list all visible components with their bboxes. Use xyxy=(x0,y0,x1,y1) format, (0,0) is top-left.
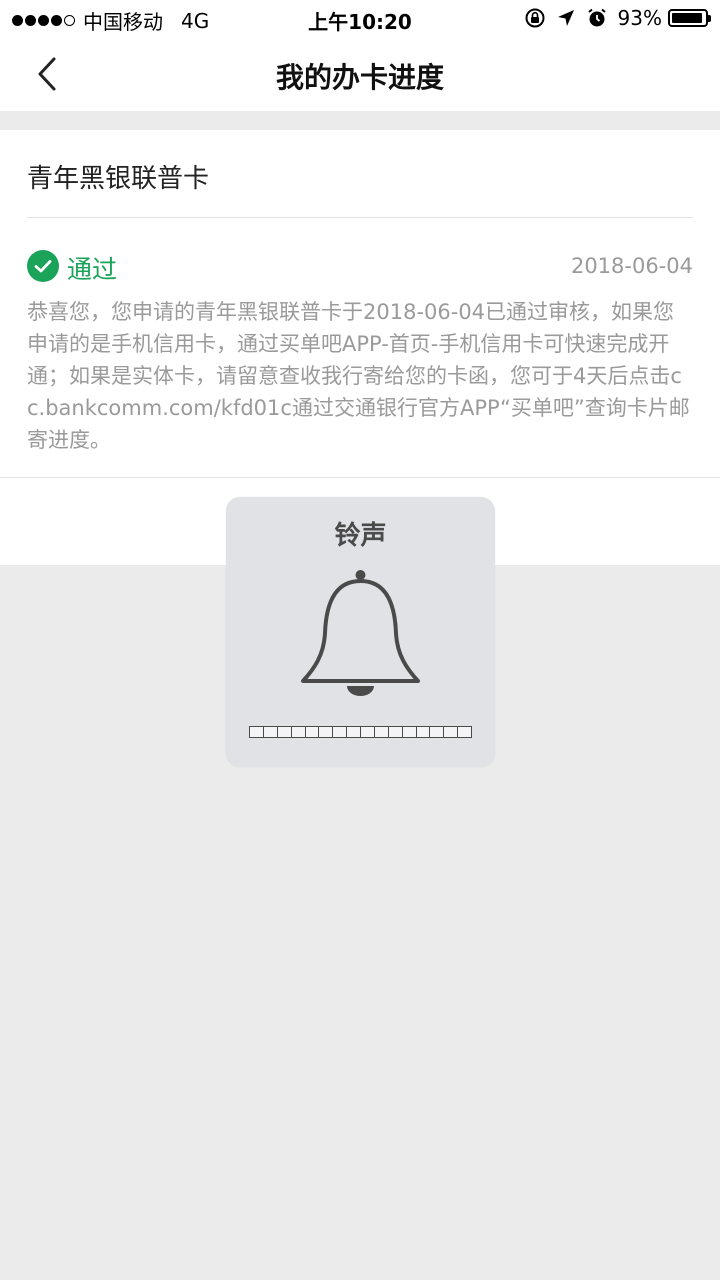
volume-segment xyxy=(333,727,348,737)
location-arrow-icon xyxy=(557,10,574,26)
status-row: 通过 2018-06-04 xyxy=(27,248,693,284)
volume-segment xyxy=(403,727,417,737)
bell-icon xyxy=(301,570,420,696)
volume-segment xyxy=(264,727,278,737)
status-bar: 中国移动 4G 上午10:20 93% xyxy=(0,0,720,36)
ringer-volume-hud: 铃声 xyxy=(226,497,495,767)
rotation-lock-icon xyxy=(525,8,545,28)
status-date: 2018-06-04 xyxy=(570,254,693,278)
volume-segment xyxy=(417,727,431,737)
card-product-name: 青年黑银联普卡 xyxy=(27,164,210,194)
volume-segment xyxy=(319,727,334,737)
volume-segment xyxy=(430,727,445,737)
hud-title: 铃声 xyxy=(334,521,387,551)
status-label: 通过 xyxy=(67,255,118,284)
volume-segment xyxy=(250,727,264,737)
status-right: 93% xyxy=(524,6,711,30)
volume-segment xyxy=(389,727,403,737)
divider xyxy=(27,217,693,218)
alarm-clock-icon xyxy=(587,8,606,27)
volume-segment xyxy=(306,727,320,737)
check-circle-icon xyxy=(27,250,59,282)
volume-segment xyxy=(292,727,306,737)
navigation-bar: 我的办卡进度 xyxy=(0,36,720,111)
volume-segment xyxy=(375,727,389,737)
volume-segment xyxy=(347,727,361,737)
volume-segment xyxy=(458,727,471,737)
status-description: 恭喜您，您申请的青年黑银联普卡于2018-06-04已通过审核，如果您申请的是手… xyxy=(27,300,690,452)
battery-fill xyxy=(672,13,702,23)
volume-level-bar xyxy=(249,726,472,738)
volume-segment xyxy=(361,727,375,737)
battery-icon xyxy=(668,9,711,27)
volume-segment xyxy=(278,727,292,737)
battery-percent: 93% xyxy=(617,6,662,30)
volume-segment xyxy=(444,727,459,737)
application-progress-card: 青年黑银联普卡 通过 2018-06-04 恭喜您，您申请的青年黑银联普卡于20… xyxy=(0,130,720,478)
page-title: 我的办卡进度 xyxy=(275,61,444,94)
